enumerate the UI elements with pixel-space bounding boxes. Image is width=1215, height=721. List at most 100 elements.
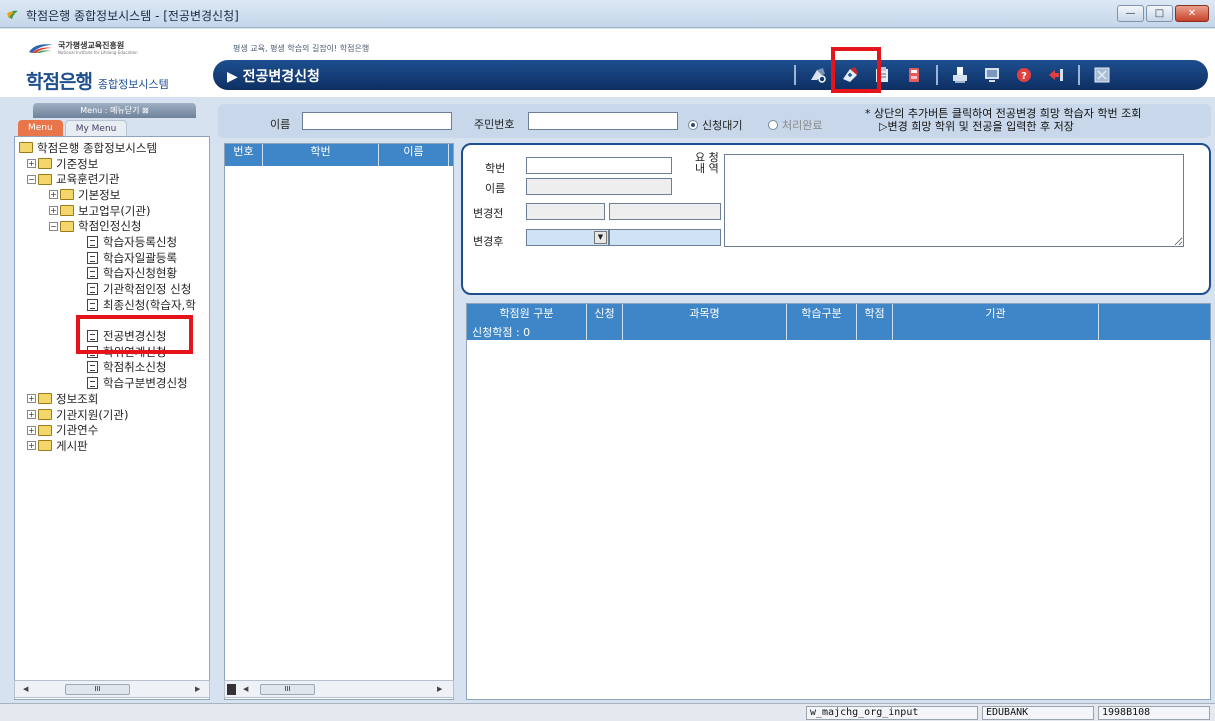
column-subject[interactable]: 과목명 [623, 304, 787, 340]
document-icon [87, 377, 98, 390]
svg-text:?: ? [1021, 71, 1027, 82]
menu-tree-folder[interactable]: − 교육훈련기관 [19, 171, 196, 187]
window-titlebar: 학점은행 종합정보시스템 - [전공변경신청] — □ ✕ [0, 0, 1215, 28]
close-button[interactable] [1086, 63, 1118, 87]
back-button[interactable] [1040, 63, 1072, 87]
document-icon [87, 283, 98, 296]
close-window-button[interactable]: ✕ [1175, 5, 1209, 22]
menu-tree-item[interactable]: 학점취소신청 [19, 360, 196, 376]
scroll-left-icon[interactable]: ◀ [243, 685, 248, 693]
name-field-label: 이름 [485, 182, 506, 195]
expand-icon[interactable]: + [49, 190, 58, 200]
column-credit[interactable]: 학점 [857, 304, 893, 340]
search-icon [811, 68, 826, 83]
scroll-right-icon[interactable]: ▶ [195, 685, 200, 693]
chevron-down-icon[interactable]: ▼ [594, 231, 607, 244]
expand-icon[interactable]: + [27, 159, 36, 169]
change-detail-panel: 학번 이름 변경전 변경후 ▼ 요 청 내 역 [461, 143, 1211, 295]
menu-tree-folder[interactable]: + 게시판 [19, 438, 196, 454]
search-button[interactable] [802, 63, 834, 87]
collapse-icon[interactable]: − [27, 174, 36, 184]
menu-tree-folder[interactable]: − 학점인정신청 [19, 218, 196, 234]
student-list-grid[interactable]: 번호 학번 이름 [224, 143, 454, 700]
menu-tree-label: 학점취소신청 [103, 360, 167, 375]
menu-tree-item[interactable]: 학습자등록신청 [19, 234, 196, 250]
document-icon [87, 267, 98, 280]
column-study-type[interactable]: 학습구분 [787, 304, 857, 340]
menu-tree-label: 학습구분변경신청 [103, 376, 188, 391]
menu-tree-item[interactable]: 기관학점인정 신청 [19, 281, 196, 297]
column-number[interactable]: 번호 [225, 144, 263, 166]
page-navbar: ▶ 전공변경신청 ? [213, 60, 1208, 90]
name-search-input[interactable] [302, 112, 452, 130]
expand-icon[interactable]: + [27, 425, 36, 435]
menu-horizontal-scrollbar[interactable]: ◀ III ▶ [14, 680, 210, 698]
collapse-icon[interactable]: − [49, 221, 58, 231]
expand-icon[interactable]: + [27, 441, 36, 451]
request-label: 요 청 내 역 [695, 152, 719, 174]
preview-button[interactable] [976, 63, 1008, 87]
maximize-button[interactable]: □ [1146, 5, 1173, 22]
menu-tree-folder[interactable]: + 기관연수 [19, 422, 196, 438]
status-code: 1998B108 [1098, 706, 1210, 720]
expand-icon[interactable]: + [27, 394, 36, 404]
menu-tree-item[interactable]: 학습자일괄등록 [19, 250, 196, 266]
maximize-icon: □ [1154, 8, 1165, 19]
scroll-left-icon[interactable]: ◀ [23, 685, 28, 693]
menu-tree-item[interactable]: 최종신청(학습자,학 [19, 297, 196, 313]
request-details-textarea[interactable] [724, 154, 1184, 247]
menu-tree-label: 학습자등록신청 [103, 234, 178, 249]
column-institution[interactable]: 기관 [893, 304, 1099, 340]
credit-grid[interactable]: 학점원 구분 신청 과목명 학습구분 학점 기관 신청학점 : 0 [466, 303, 1211, 700]
brand-sub: 종합정보시스템 [97, 78, 169, 91]
print-button[interactable] [944, 63, 976, 87]
print-icon [953, 67, 967, 83]
menu-tree-label: 보고업무(기관) [78, 203, 151, 218]
menu-tree-folder[interactable]: + 보고업무(기관) [19, 203, 196, 219]
scroll-thumb[interactable]: III [65, 684, 130, 695]
scroll-thumb[interactable]: III [260, 684, 315, 695]
after-major-input[interactable] [609, 229, 721, 246]
radio-unselected-icon [768, 120, 778, 130]
student-list-scrollbar[interactable]: ◀ III ▶ [224, 680, 454, 698]
delete-button[interactable] [898, 63, 930, 87]
institute-logo-icon [29, 44, 53, 53]
tab-my-menu[interactable]: My Menu [64, 120, 128, 136]
menu-tree-folder[interactable]: 학점은행 종합정보시스템 [19, 140, 196, 156]
menu-tree-item[interactable]: 학습구분변경신청 [19, 375, 196, 391]
menu-tree-label: 기본정보 [78, 187, 121, 202]
brand-logo: 학점은행 종합정보시스템 [26, 67, 169, 94]
menu-tree-label: 학습자일괄등록 [103, 250, 178, 265]
after-degree-select[interactable]: ▼ [526, 229, 609, 246]
menu-close-bar[interactable]: Menu : 메뉴닫기 ⊠ [33, 103, 196, 118]
menu-tree-label: 기관학점인정 신청 [103, 282, 192, 297]
student-id-input[interactable] [526, 157, 672, 174]
menu-tree-label: 기관연수 [56, 423, 99, 438]
close-window-icon: ✕ [1187, 8, 1197, 19]
column-apply[interactable]: 신청 [587, 304, 623, 340]
column-student-id[interactable]: 학번 [263, 144, 379, 166]
radio-done[interactable]: 처리완료 [768, 117, 822, 133]
radio-selected-icon [688, 120, 698, 130]
request-label-line-2: 내 역 [695, 162, 719, 175]
tab-menu[interactable]: Menu [18, 120, 63, 136]
menu-tree-folder[interactable]: + 기본정보 [19, 187, 196, 203]
rrn-search-input[interactable] [528, 112, 678, 130]
menu-tree-item[interactable]: 학습자신청현황 [19, 266, 196, 282]
folder-icon [60, 189, 74, 201]
name-field [526, 178, 672, 195]
help-button[interactable]: ? [1008, 63, 1040, 87]
menu-tree-folder[interactable]: + 정보조회 [19, 391, 196, 407]
minimize-button[interactable]: — [1117, 5, 1144, 22]
expand-icon[interactable]: + [27, 410, 36, 420]
menu-tree-label: 학습자신청현황 [103, 266, 178, 281]
radio-waiting[interactable]: 신청대기 [688, 117, 742, 133]
menu-tree-folder[interactable]: + 기준정보 [19, 156, 196, 172]
menu-tree-folder[interactable]: + 기관지원(기관) [19, 407, 196, 423]
expand-icon[interactable]: + [49, 206, 58, 216]
menu-tree-panel: 학점은행 종합정보시스템 + 기준정보 − 교육훈련기관 + 기본정보 + 보고업무(기관) − 학… [14, 136, 210, 700]
column-name[interactable]: 이름 [379, 144, 449, 166]
close-icon [1094, 67, 1110, 83]
back-icon [1049, 69, 1063, 81]
scroll-right-icon[interactable]: ▶ [437, 685, 442, 693]
